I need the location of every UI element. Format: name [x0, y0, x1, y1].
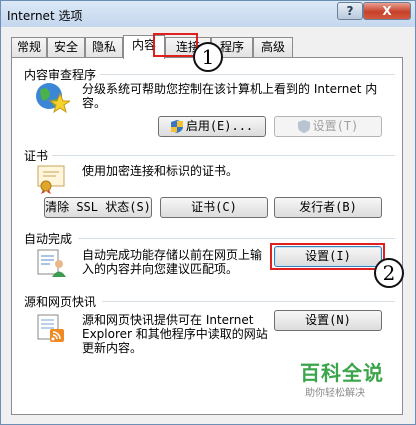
divider — [100, 74, 395, 75]
certificates-description: 使用加密连接和标识的证书。 — [82, 164, 239, 178]
tab-security[interactable]: 安全 — [47, 37, 85, 57]
tab-advanced[interactable]: 高级 — [253, 37, 293, 57]
advisor-settings-label: 设置(T) — [312, 119, 359, 133]
autocomplete-description-2: 入的内容并向您建议匹配项。 — [82, 262, 239, 276]
advisor-settings-button[interactable]: 设置(T) — [274, 116, 382, 137]
feeds-title: 源和网页快讯 — [24, 295, 97, 309]
feeds-description-3: 更新内容。 — [82, 341, 143, 355]
enable-button-label: 启用(E)... — [185, 119, 254, 133]
close-button[interactable]: X — [363, 2, 411, 20]
uac-shield-icon — [297, 120, 310, 133]
content-advisor-description-1: 分级系统可帮助您控制在该计算机上看到的 Internet 内 — [82, 82, 378, 96]
divider — [52, 155, 395, 156]
watermark-subtitle: 助你轻松解决 — [305, 388, 365, 399]
window-title: Internet 选项 — [7, 9, 83, 23]
help-button[interactable]: ? — [337, 2, 363, 20]
autocomplete-description-1: 自动完成功能存储以前在网页上输 — [82, 248, 263, 262]
certificate-icon — [37, 165, 65, 194]
settings-highlight-box — [270, 243, 385, 270]
watermark-logo-text: 百科全说 — [300, 361, 384, 385]
divider — [102, 301, 395, 302]
content-advisor-description-2: 容。 — [82, 96, 107, 110]
tab-highlight-box — [153, 33, 198, 57]
title-bar: Internet 选项 ? X — [1, 1, 415, 27]
tab-privacy[interactable]: 隐私 — [85, 37, 123, 57]
feeds-settings-button[interactable]: 设置(N) — [274, 310, 382, 331]
globe-star-icon — [36, 83, 70, 114]
tab-general[interactable]: 常规 — [11, 37, 47, 57]
divider — [78, 238, 395, 239]
autocomplete-form-icon — [37, 249, 66, 277]
certificates-title: 证书 — [24, 149, 49, 163]
clear-ssl-state-button[interactable]: 清除 SSL 状态(S) — [44, 197, 152, 218]
uac-shield-icon — [170, 120, 183, 133]
enable-button[interactable]: 启用(E)... — [158, 116, 266, 137]
feeds-description-1: 源和网页快讯提供可在 Internet — [82, 313, 254, 327]
step-1-callout: 1 — [193, 42, 223, 72]
autocomplete-title: 自动完成 — [24, 232, 73, 246]
certificates-button[interactable]: 证书(C) — [160, 197, 268, 218]
feeds-icon — [37, 314, 64, 342]
publishers-button[interactable]: 发行者(B) — [274, 197, 382, 218]
step-2-callout: 2 — [374, 258, 404, 288]
feeds-description-2: Explorer 和其他程序中读取的网站 — [82, 327, 268, 341]
